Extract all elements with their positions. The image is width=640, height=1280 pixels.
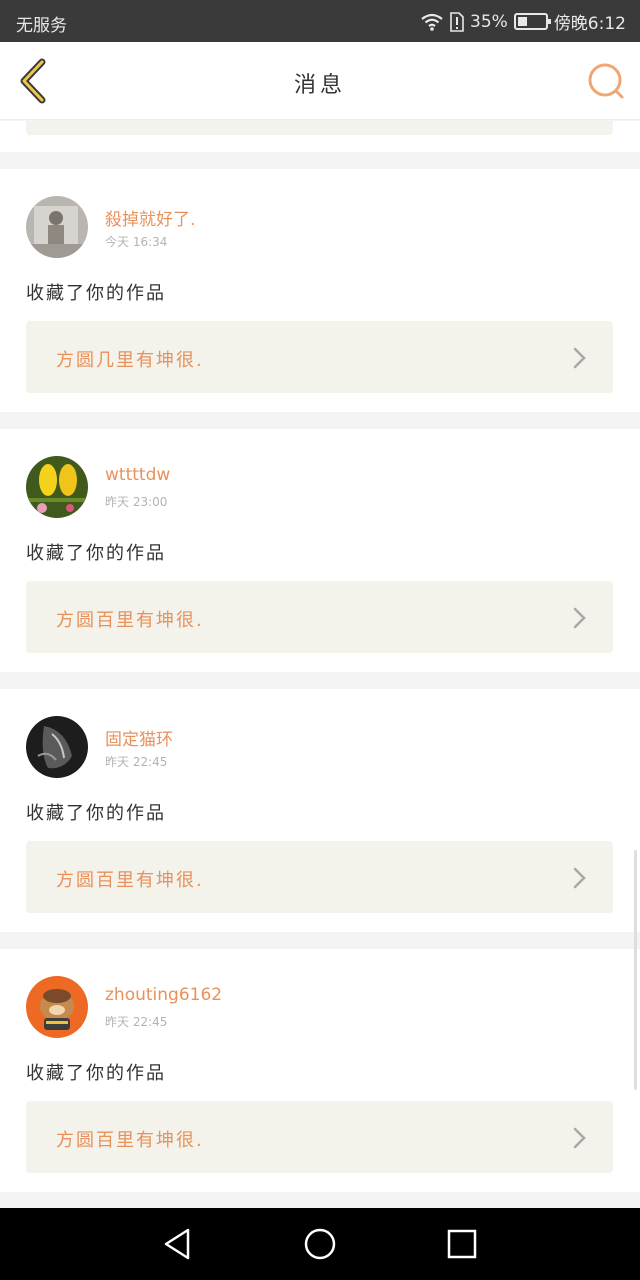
battery-fill <box>517 17 527 26</box>
chevron-right-icon <box>573 607 586 629</box>
page-title: 消息 <box>293 73 346 98</box>
work-link[interactable]: 方圆百里有坤很. <box>26 1101 613 1173</box>
chevron-right-icon <box>573 1127 586 1149</box>
work-link[interactable]: 方圆百里有坤很. <box>26 581 613 653</box>
timestamp: 昨天 22:45 <box>105 1015 168 1029</box>
carrier-label: 无服务 <box>16 16 67 36</box>
battery-icon <box>513 13 551 30</box>
avatar[interactable] <box>26 456 88 518</box>
clock: 傍晚6:12 <box>553 14 626 34</box>
work-link[interactable]: 方圆几里有坤很. <box>26 321 613 393</box>
avatar[interactable] <box>26 976 88 1038</box>
search-icon[interactable] <box>586 61 626 101</box>
work-link[interactable]: 方圆百里有坤很. <box>26 841 613 913</box>
timestamp: 昨天 22:45 <box>105 755 168 769</box>
sim-alert-icon <box>450 11 464 32</box>
nav-recents-icon[interactable] <box>444 1226 480 1262</box>
chevron-right-icon <box>573 347 586 369</box>
nav-back-icon[interactable] <box>160 1226 196 1262</box>
battery-percent: 35% <box>470 11 508 32</box>
status-bar: 无服务 35% 傍晚6:12 <box>0 0 640 42</box>
message-card[interactable]: wttttdw 昨天 23:00 收藏了你的作品 方圆百里有坤很. <box>0 429 640 672</box>
previous-card-remnant <box>0 121 640 152</box>
work-title: 方圆百里有坤很. <box>56 1130 204 1151</box>
message-card[interactable]: 固定猫环 昨天 22:45 收藏了你的作品 方圆百里有坤很. <box>0 689 640 932</box>
username[interactable]: zhouting6162 <box>105 985 222 1005</box>
nav-home-icon[interactable] <box>302 1226 338 1262</box>
timestamp: 今天 16:34 <box>105 235 168 249</box>
work-title: 方圆几里有坤很. <box>56 350 204 371</box>
system-nav-bar <box>0 1208 640 1280</box>
avatar[interactable] <box>26 196 88 258</box>
work-title: 方圆百里有坤很. <box>56 870 204 891</box>
timestamp: 昨天 23:00 <box>105 495 168 509</box>
scrollbar[interactable] <box>634 850 637 1090</box>
work-title: 方圆百里有坤很. <box>56 610 204 631</box>
action-text: 收藏了你的作品 <box>26 283 166 304</box>
message-card[interactable]: 殺掉就好了. 今天 16:34 收藏了你的作品 方圆几里有坤很. <box>0 169 640 412</box>
chevron-right-icon <box>573 867 586 889</box>
message-card[interactable]: zhouting6162 昨天 22:45 收藏了你的作品 方圆百里有坤很. <box>0 949 640 1192</box>
avatar-bg <box>26 456 88 518</box>
username[interactable]: wttttdw <box>105 465 170 485</box>
wifi-icon <box>421 13 443 31</box>
action-text: 收藏了你的作品 <box>26 1063 166 1084</box>
avatar[interactable] <box>26 716 88 778</box>
message-list[interactable]: 殺掉就好了. 今天 16:34 收藏了你的作品 方圆几里有坤很. wttttdw… <box>0 121 640 1208</box>
username[interactable]: 固定猫环 <box>105 725 173 750</box>
action-text: 收藏了你的作品 <box>26 543 166 564</box>
action-text: 收藏了你的作品 <box>26 803 166 824</box>
username[interactable]: 殺掉就好了. <box>105 205 195 230</box>
app-header: 消息 <box>0 42 640 120</box>
